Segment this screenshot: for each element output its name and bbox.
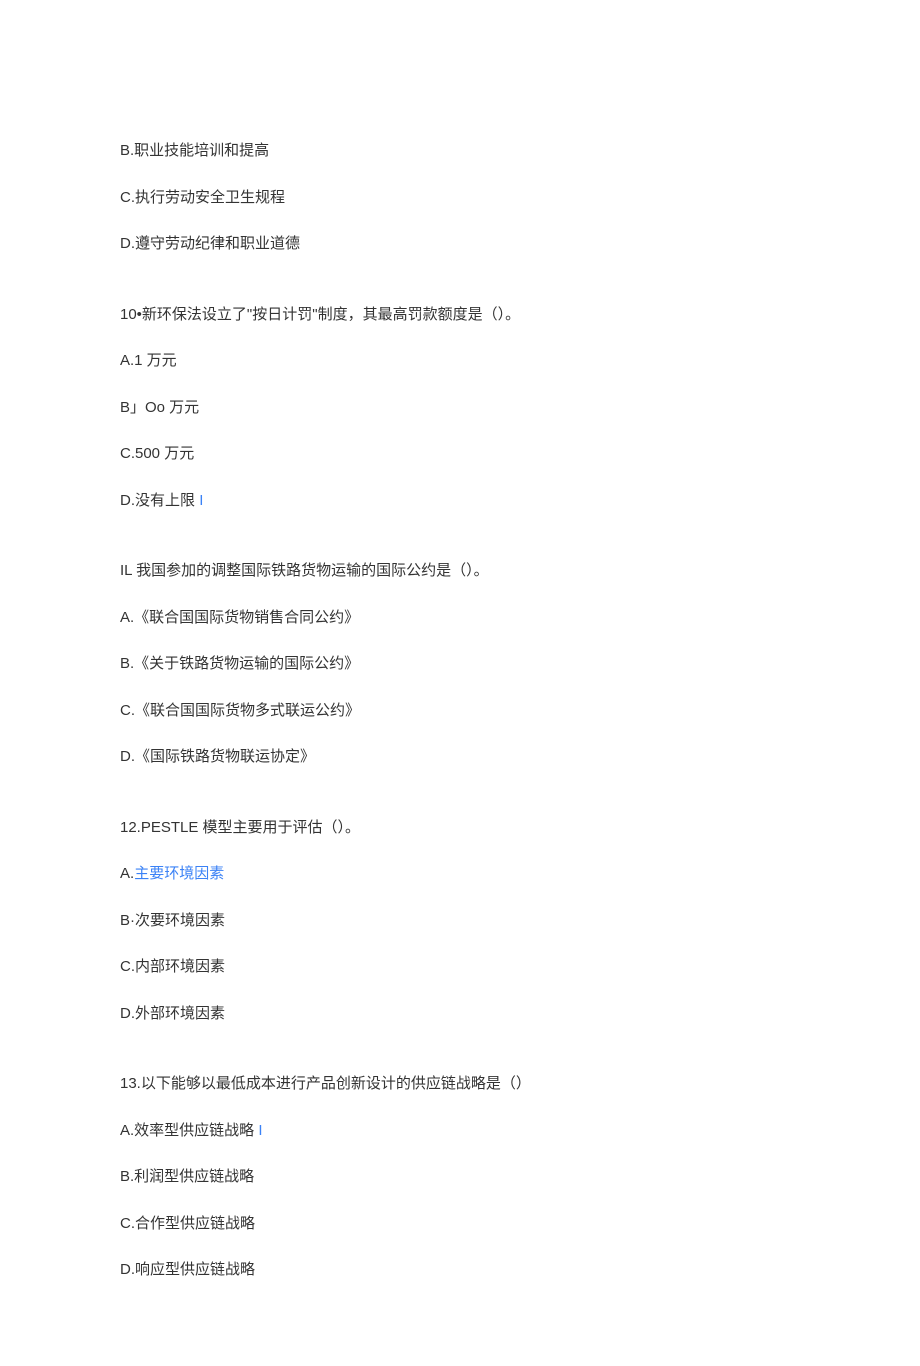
q11-option-c: C.《联合国国际货物多式联运公约》: [120, 700, 800, 723]
q12-option-c: C.内部环境因素: [120, 956, 800, 979]
q10-option-b: B」Oo 万元: [120, 397, 800, 420]
q13-option-d: D.响应型供应链战略: [120, 1259, 800, 1282]
q12-option-a-body: 主要环境因素: [134, 865, 224, 882]
q10-option-d-marker: I: [199, 492, 203, 509]
q10-stem: 10•新环保法设立了"按日计罚"制度，其最高罚款额度是（）。: [120, 304, 800, 327]
q12-stem: 12.PESTLE 模型主要用于评估（）。: [120, 817, 800, 840]
q13-option-a: A.效率型供应链战略 I: [120, 1120, 800, 1143]
document-page: B.职业技能培训和提高 C.执行劳动安全卫生规程 D.遵守劳动纪律和职业道德 1…: [0, 0, 920, 1366]
q11-option-a: A.《联合国国际货物销售合同公约》: [120, 607, 800, 630]
q11-option-d: D.《国际铁路货物联运协定》: [120, 746, 800, 769]
q9-option-b: B.职业技能培训和提高: [120, 140, 800, 163]
q13-option-c: C.合作型供应链战略: [120, 1213, 800, 1236]
q13-option-a-text: A.效率型供应链战略: [120, 1122, 254, 1139]
question-gap: [120, 280, 800, 304]
q10-option-d-text: D.没有上限: [120, 492, 195, 509]
q10-option-c: C.500 万元: [120, 443, 800, 466]
q13-stem: 13.以下能够以最低成本进行产品创新设计的供应链战略是（）: [120, 1073, 800, 1096]
q12-option-d: D.外部环境因素: [120, 1003, 800, 1026]
q9-option-d: D.遵守劳动纪律和职业道德: [120, 233, 800, 256]
q9-option-c: C.执行劳动安全卫生规程: [120, 187, 800, 210]
q12-option-b: B·次要环境因素: [120, 910, 800, 933]
q11-stem: IL 我国参加的调整国际铁路货物运输的国际公约是（）。: [120, 560, 800, 583]
question-gap: [120, 1049, 800, 1073]
q13-option-b: B.利润型供应链战略: [120, 1166, 800, 1189]
q12-option-a-prefix: A.: [120, 865, 134, 882]
q11-option-b: B.《关于铁路货物运输的国际公约》: [120, 653, 800, 676]
q12-option-a: A.主要环境因素: [120, 863, 800, 886]
question-gap: [120, 793, 800, 817]
q10-option-d: D.没有上限 I: [120, 490, 800, 513]
q10-option-a: A.1 万元: [120, 350, 800, 373]
q13-option-a-marker: I: [258, 1122, 262, 1139]
question-gap: [120, 536, 800, 560]
